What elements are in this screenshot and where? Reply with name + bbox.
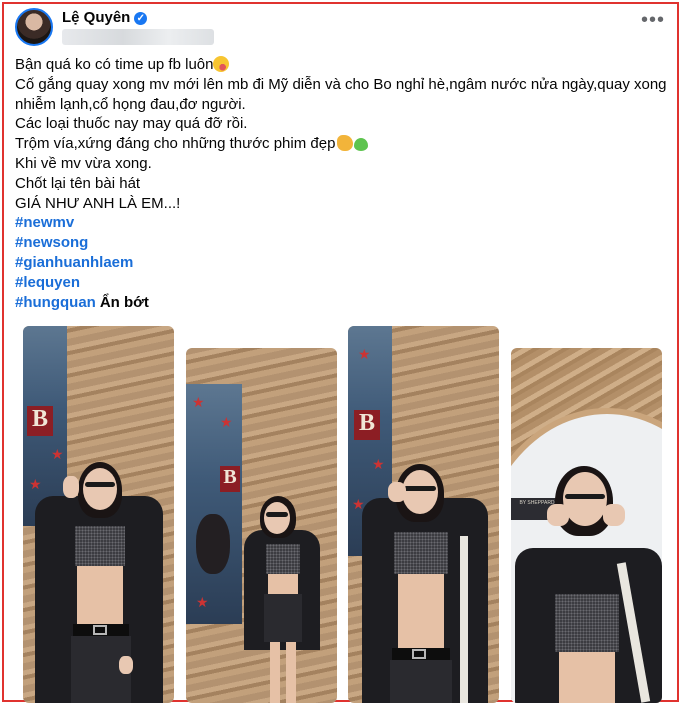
author-name-text[interactable]: Lệ Quyên [62,9,130,26]
post-text: Bận quá ko có time up fb luôn Cố gắng qu… [15,55,675,312]
post-photo-2[interactable]: ★ ★ B ★ [186,348,337,703]
author-avatar[interactable] [15,8,53,46]
post-line-1: Bận quá ko có time up fb luôn [15,55,675,75]
post-meta-blurred [62,29,214,45]
flexed-biceps-emoji-icon [337,135,354,152]
green-heart-emoji-icon [354,138,369,152]
poster: ★ ★ B ★ [186,384,242,624]
post-line-2: Cố gắng quay xong mv mới lên mb đi Mỹ di… [15,75,667,93]
post-line-5: Trộm vía,xứng đáng cho những thước phim … [15,134,675,154]
post-photo-1[interactable]: B ★ ★ [23,326,174,703]
post-photo-4[interactable]: BY SHEPPARD [511,348,662,703]
more-options-icon[interactable]: ••• [640,10,666,36]
author-name[interactable]: Lệ Quyên ✓ [62,9,148,26]
hashtag-newmv[interactable]: #newmv [15,214,74,231]
hashtag-gianhuanhlaem[interactable]: #gianhuanhlaem [15,254,133,271]
hashtag-hungquan[interactable]: #hungquan [15,294,96,311]
verified-badge-icon: ✓ [134,12,148,25]
hashtag-newsong[interactable]: #newsong [15,234,88,251]
post-line-6: Khi về mv vừa xong. [15,154,152,172]
hashtag-lequyen[interactable]: #lequyen [15,274,80,291]
see-less-link[interactable]: Ẩn bớt [100,294,149,311]
post-photo-3[interactable]: ★ B ★ ★ [348,326,499,703]
post-line-4: Các loại thuốc nay may quá đỡ rồi. [15,115,248,133]
post-line-3: nhiễm lạnh,cổ họng đau,đơ người. [15,95,246,113]
winking-tongue-emoji-icon [213,56,230,72]
post-line-7: Chốt lại tên bài hát [15,174,141,192]
post-line-8: GIÁ NHƯ ANH LÀ EM...! [15,194,181,212]
